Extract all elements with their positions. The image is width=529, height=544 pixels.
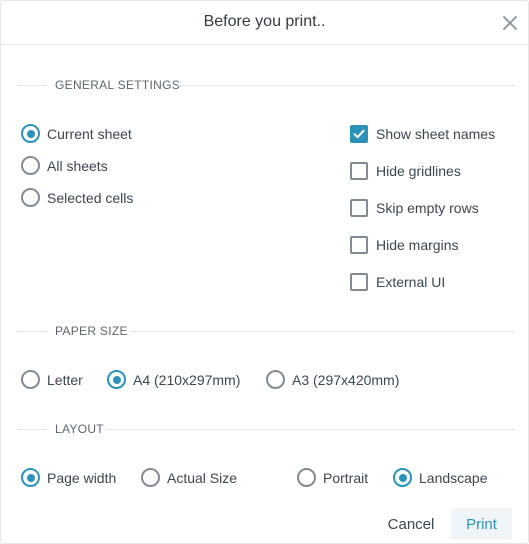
checkbox-hide-margins[interactable]: Hide margins <box>350 236 458 254</box>
section-divider <box>178 85 515 86</box>
radio-indicator <box>21 468 40 487</box>
dialog-header: Before you print.. <box>1 1 528 45</box>
radio-indicator <box>21 124 40 143</box>
checkbox-label: External UI <box>376 274 446 290</box>
checkbox-label: Show sheet names <box>376 126 496 142</box>
radio-paper-letter[interactable]: Letter <box>21 370 83 389</box>
radio-indicator <box>141 468 160 487</box>
section-divider <box>107 429 515 430</box>
section-divider <box>130 331 515 332</box>
radio-current-sheet[interactable]: Current sheet <box>21 124 132 143</box>
paper-size-heading: PAPER SIZE <box>55 324 128 338</box>
radio-indicator <box>21 188 40 207</box>
radio-landscape[interactable]: Landscape <box>393 468 488 487</box>
radio-page-width[interactable]: Page width <box>21 468 116 487</box>
radio-label: Actual Size <box>167 469 238 486</box>
radio-indicator <box>107 370 126 389</box>
radio-paper-a4[interactable]: A4 (210x297mm) <box>107 370 240 389</box>
checkbox-show-sheet-names[interactable]: Show sheet names <box>350 125 495 143</box>
radio-label: Portrait <box>323 469 369 486</box>
radio-label: Current sheet <box>47 125 132 142</box>
radio-label: Letter <box>47 371 83 388</box>
checkbox-external-ui[interactable]: External UI <box>350 273 445 291</box>
checkbox-hide-gridlines[interactable]: Hide gridlines <box>350 162 461 180</box>
checkbox-box <box>350 125 368 143</box>
layout-heading: LAYOUT <box>55 422 104 436</box>
radio-all-sheets[interactable]: All sheets <box>21 156 108 175</box>
section-divider <box>17 85 47 86</box>
radio-label: All sheets <box>47 157 108 174</box>
radio-portrait[interactable]: Portrait <box>297 468 368 487</box>
checkbox-box <box>350 162 368 180</box>
radio-selected-cells[interactable]: Selected cells <box>21 188 133 207</box>
radio-indicator <box>297 468 316 487</box>
close-icon[interactable] <box>501 14 519 32</box>
radio-indicator <box>21 156 40 175</box>
radio-label: A3 (297x420mm) <box>292 371 400 388</box>
print-button[interactable]: Print <box>451 508 512 540</box>
radio-indicator <box>393 468 412 487</box>
section-divider <box>17 331 47 332</box>
radio-label: Landscape <box>419 469 488 486</box>
radio-label: Page width <box>47 469 117 486</box>
radio-label: Selected cells <box>47 189 134 206</box>
section-divider <box>17 429 47 430</box>
radio-indicator <box>266 370 285 389</box>
checkbox-box <box>350 199 368 217</box>
checkmark-icon <box>353 129 365 139</box>
checkbox-label: Skip empty rows <box>376 200 479 216</box>
cancel-button[interactable]: Cancel <box>375 508 447 540</box>
print-dialog: Before you print.. GENERAL SETTINGS Curr… <box>0 0 529 544</box>
radio-indicator <box>21 370 40 389</box>
checkbox-box <box>350 236 368 254</box>
checkbox-box <box>350 273 368 291</box>
general-settings-heading: GENERAL SETTINGS <box>55 78 181 92</box>
checkbox-label: Hide gridlines <box>376 163 461 179</box>
checkbox-skip-empty-rows[interactable]: Skip empty rows <box>350 199 479 217</box>
dialog-title: Before you print.. <box>203 13 326 30</box>
checkbox-label: Hide margins <box>376 237 459 253</box>
radio-actual-size[interactable]: Actual Size <box>141 468 237 487</box>
radio-paper-a3[interactable]: A3 (297x420mm) <box>266 370 399 389</box>
radio-label: A4 (210x297mm) <box>133 371 241 388</box>
